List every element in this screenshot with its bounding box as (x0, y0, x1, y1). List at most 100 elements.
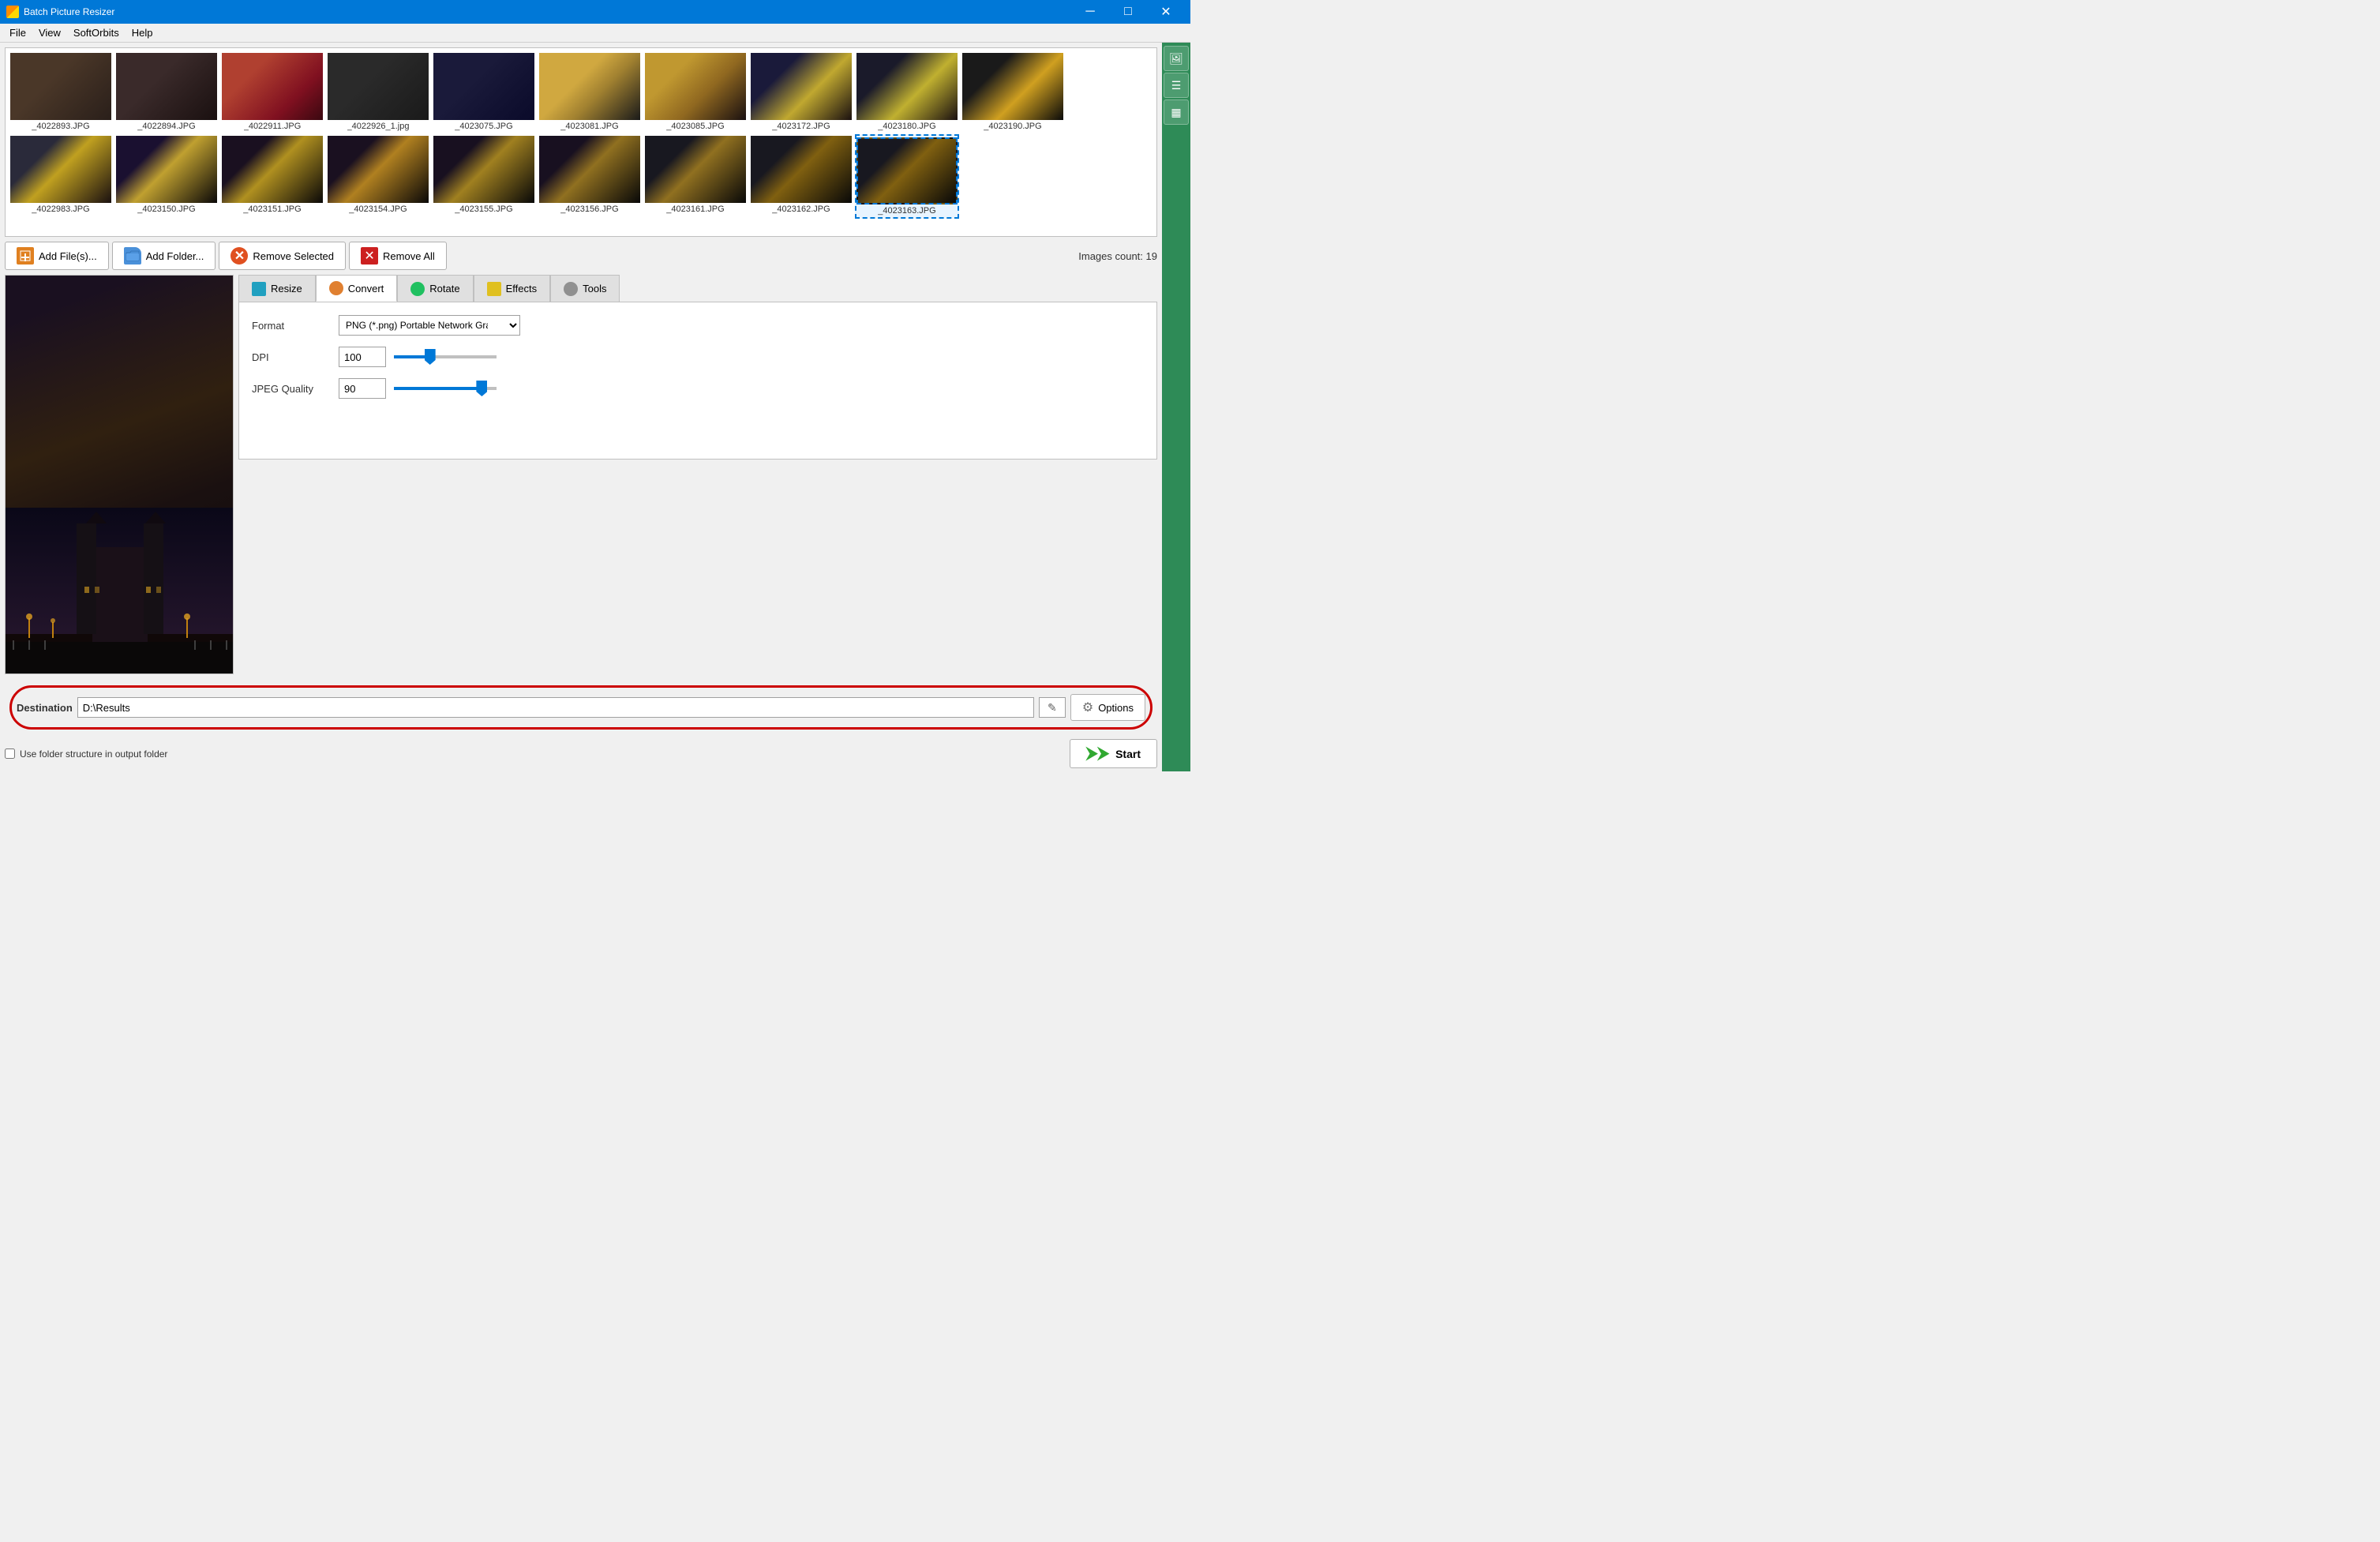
file-name: _4022894.JPG (137, 122, 195, 131)
restore-button[interactable]: □ (1110, 0, 1146, 24)
sidebar-thumbnail-view-button[interactable]: 🖼 (1164, 46, 1189, 71)
destination-label: Destination (17, 702, 73, 714)
list-item[interactable]: _4022894.JPG (114, 51, 219, 133)
settings-panel: Resize Convert Rotate Effects (238, 275, 1157, 674)
image-grid: _4022893.JPG _4022894.JPG _4022911.JPG _… (6, 48, 1156, 222)
thumbnail (10, 53, 111, 120)
window-title: Batch Picture Resizer (24, 6, 1072, 17)
dpi-slider[interactable] (394, 355, 497, 358)
remove-selected-button[interactable]: ✕ Remove Selected (219, 242, 346, 270)
menu-softorbits[interactable]: SoftOrbits (67, 25, 126, 40)
menu-bar: File View SoftOrbits Help (0, 24, 1190, 43)
add-files-button[interactable]: Add File(s)... (5, 242, 109, 270)
tab-tools[interactable]: Tools (550, 275, 620, 302)
thumbnail (222, 136, 323, 203)
tab-effects[interactable]: Effects (474, 275, 551, 302)
list-item[interactable]: _4022893.JPG (9, 51, 113, 133)
list-item[interactable]: _4023190.JPG (961, 51, 1065, 133)
images-count-value: 19 (1146, 250, 1157, 262)
thumbnail (645, 53, 746, 120)
file-name: _4023161.JPG (666, 204, 724, 214)
thumbnail (10, 136, 111, 203)
dpi-row: DPI (252, 347, 1144, 367)
thumbnail (328, 136, 429, 203)
format-select[interactable]: PNG (*.png) Portable Network Graph JPEG … (339, 315, 520, 336)
file-name: _4023163.JPG (878, 206, 935, 216)
format-row: Format PNG (*.png) Portable Network Grap… (252, 315, 1144, 336)
options-button[interactable]: ⚙ Options (1070, 694, 1145, 721)
file-name: _4022983.JPG (32, 204, 89, 214)
thumbnail (539, 53, 640, 120)
tab-convert-label: Convert (348, 283, 384, 295)
tab-rotate[interactable]: Rotate (397, 275, 473, 302)
convert-tab-icon (329, 281, 343, 295)
thumbnail (962, 53, 1063, 120)
file-name: _4023150.JPG (137, 204, 195, 214)
add-folder-button[interactable]: Add Folder... (112, 242, 216, 270)
list-item[interactable]: _4023156.JPG (538, 134, 642, 219)
list-item[interactable]: _4023151.JPG (220, 134, 324, 219)
list-item[interactable]: _4022926_1.jpg (326, 51, 430, 133)
bottom-area: Resize Convert Rotate Effects (0, 275, 1162, 679)
destination-select[interactable]: D:\Results (77, 697, 1034, 718)
list-item[interactable]: _4023172.JPG (749, 51, 853, 133)
thumbnail (539, 136, 640, 203)
destination-row: Destination D:\Results ✎ ⚙ Options (9, 685, 1153, 730)
remove-selected-icon: ✕ (231, 247, 248, 265)
add-file-icon (17, 247, 34, 265)
list-item[interactable]: _4023075.JPG (432, 51, 536, 133)
start-button[interactable]: ⮞⮞ Start (1070, 739, 1157, 768)
file-name: _4023172.JPG (772, 122, 830, 131)
tools-tab-icon (564, 282, 578, 296)
jpeg-quality-input[interactable] (339, 378, 386, 399)
minimize-button[interactable]: ─ (1072, 0, 1108, 24)
list-item[interactable]: _4023150.JPG (114, 134, 219, 219)
thumbnail (116, 136, 217, 203)
add-files-label: Add File(s)... (39, 250, 97, 262)
destination-browse-button[interactable]: ✎ (1039, 697, 1066, 718)
image-grid-container[interactable]: _4022893.JPG _4022894.JPG _4022911.JPG _… (5, 47, 1157, 237)
format-label: Format (252, 320, 331, 332)
tab-resize[interactable]: Resize (238, 275, 316, 302)
list-item[interactable]: _4023154.JPG (326, 134, 430, 219)
thumbnail (328, 53, 429, 120)
remove-all-label: Remove All (383, 250, 435, 262)
menu-help[interactable]: Help (126, 25, 159, 40)
jpeg-quality-label: JPEG Quality (252, 383, 331, 395)
menu-view[interactable]: View (32, 25, 67, 40)
file-name: _4023190.JPG (984, 122, 1041, 131)
tab-convert[interactable]: Convert (316, 275, 398, 302)
pencil-icon: ✎ (1048, 701, 1057, 715)
menu-file[interactable]: File (3, 25, 32, 40)
dpi-input[interactable] (339, 347, 386, 367)
close-button[interactable]: ✕ (1148, 0, 1184, 24)
jpeg-quality-row: JPEG Quality (252, 378, 1144, 399)
thumbnail (751, 136, 852, 203)
list-item[interactable]: _4023085.JPG (643, 51, 748, 133)
folder-structure-checkbox[interactable] (5, 748, 15, 759)
destination-input-wrapper: D:\Results (77, 697, 1034, 718)
thumbnail (856, 137, 958, 204)
list-item[interactable]: _4023155.JPG (432, 134, 536, 219)
list-item[interactable]: _4023163.JPG (855, 134, 959, 219)
list-item[interactable]: _4022911.JPG (220, 51, 324, 133)
tab-effects-label: Effects (506, 283, 538, 295)
list-item[interactable]: _4023162.JPG (749, 134, 853, 219)
format-select-wrapper: PNG (*.png) Portable Network Graph JPEG … (339, 315, 520, 336)
remove-all-button[interactable]: ✕ Remove All (349, 242, 447, 270)
list-item[interactable]: _4022983.JPG (9, 134, 113, 219)
sidebar-list-view-button[interactable]: ☰ (1164, 73, 1189, 98)
dpi-slider-container (394, 355, 497, 358)
list-item[interactable]: _4023180.JPG (855, 51, 959, 133)
effects-tab-icon (487, 282, 501, 296)
list-item[interactable]: _4023161.JPG (643, 134, 748, 219)
list-item[interactable]: _4023081.JPG (538, 51, 642, 133)
sidebar-grid-view-button[interactable]: ▦ (1164, 99, 1189, 125)
content-area: _4022893.JPG _4022894.JPG _4022911.JPG _… (0, 43, 1162, 771)
rotate-tab-icon (410, 282, 425, 296)
bottom-bar: Use folder structure in output folder ⮞⮞… (0, 736, 1162, 771)
jpeg-quality-slider[interactable] (394, 387, 497, 390)
thumbnail (645, 136, 746, 203)
toolbar: Add File(s)... Add Folder... ✕ Remove Se… (0, 237, 1162, 275)
file-name: _4023081.JPG (560, 122, 618, 131)
